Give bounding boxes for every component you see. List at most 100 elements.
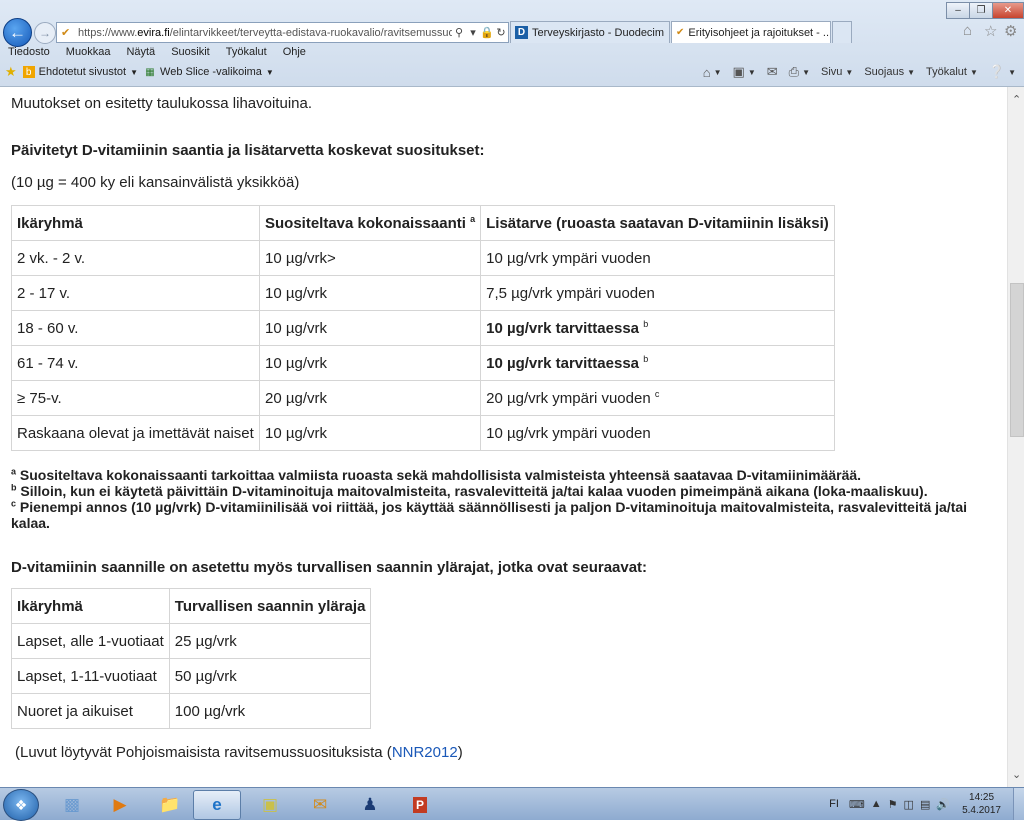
network-icon[interactable]: ▤ bbox=[920, 798, 930, 811]
scroll-down-icon[interactable]: ⌄ bbox=[1012, 768, 1021, 781]
chevron-down-icon: ▼ bbox=[130, 67, 139, 77]
volume-icon[interactable]: 🔊 bbox=[936, 798, 950, 811]
new-tab-button[interactable] bbox=[832, 21, 852, 43]
close-window-button[interactable]: ✕ bbox=[992, 2, 1024, 19]
duodecim-favicon-icon: D bbox=[515, 26, 528, 39]
outlook-icon: ✉ bbox=[312, 795, 328, 814]
column-header-limit: Turvallisen saannin yläraja bbox=[168, 588, 372, 624]
taskbar-outlook-button[interactable]: ✉ bbox=[296, 790, 344, 820]
tab-terveyskirjasto[interactable]: D Terveyskirjasto - Duodecim bbox=[510, 21, 670, 43]
start-button[interactable]: ❖ bbox=[3, 789, 39, 821]
table-row: Lapset, alle 1-vuotiaat 25 µg/vrk bbox=[11, 623, 372, 659]
cell-total: 10 µg/vrk bbox=[258, 310, 482, 346]
restore-button[interactable]: ❐ bbox=[969, 2, 993, 19]
flag-icon[interactable]: ⚑ bbox=[888, 798, 898, 811]
show-desktop-button[interactable] bbox=[1013, 788, 1024, 820]
cell-extra: 10 µg/vrk ympäri vuoden bbox=[480, 415, 835, 451]
minimize-button[interactable]: – bbox=[946, 2, 970, 19]
tools-menu-button[interactable]: Työkalut ▼ bbox=[926, 66, 978, 78]
refresh-icon[interactable]: ↻ bbox=[494, 26, 508, 39]
powerpoint-icon: P bbox=[412, 797, 427, 813]
menu-edit[interactable]: Muokkaa bbox=[58, 44, 119, 60]
table-row: ≥ 75-v. 20 µg/vrk 20 µg/vrk ympäri vuode… bbox=[11, 380, 835, 416]
suggested-sites-button[interactable]: b Ehdotetut sivustot ▼ bbox=[22, 66, 139, 78]
cell-limit: 50 µg/vrk bbox=[168, 658, 372, 694]
unit-note: (10 µg = 400 ky eli kansainvälistä yksik… bbox=[11, 174, 300, 191]
cell-extra: 7,5 µg/vrk ympäri vuoden bbox=[480, 275, 835, 311]
feeds-button[interactable]: ▣ ▼ bbox=[733, 64, 756, 80]
mail-button[interactable]: ✉ bbox=[767, 64, 778, 80]
menu-favorites[interactable]: Suosikit bbox=[163, 44, 218, 60]
arrow-left-icon: ← bbox=[9, 22, 26, 42]
clock[interactable]: 14:25 5.4.2017 bbox=[962, 791, 1001, 817]
page-menu-button[interactable]: Sivu ▼ bbox=[821, 66, 853, 78]
favorites-star-icon[interactable]: ☆ bbox=[984, 22, 997, 40]
table-row: 2 vk. - 2 v. 10 µg/vrk> 10 µg/vrk ympäri… bbox=[11, 240, 835, 276]
forward-button[interactable]: → bbox=[34, 22, 56, 44]
internet-explorer-icon: e bbox=[212, 795, 222, 814]
language-indicator[interactable]: FI bbox=[829, 798, 839, 810]
scrollbar-thumb[interactable] bbox=[1010, 283, 1024, 437]
address-bar[interactable]: ✔ https://www.evira.fi/elintarvikkeet/te… bbox=[56, 22, 509, 43]
menu-view[interactable]: Näytä bbox=[118, 44, 163, 60]
home-icon[interactable]: ⌂ bbox=[963, 22, 972, 39]
taskbar-internet-explorer-button[interactable]: e bbox=[193, 790, 241, 820]
evira-favicon-icon: ✔ bbox=[676, 27, 685, 38]
column-header-age: Ikäryhmä bbox=[11, 205, 260, 241]
menu-help[interactable]: Ohje bbox=[275, 44, 314, 60]
column-header-total: Suositeltava kokonaissaanti a bbox=[258, 205, 482, 241]
web-slice-gallery-button[interactable]: ▦ Web Slice -valikoima ▼ bbox=[144, 66, 274, 78]
safety-menu-button[interactable]: Suojaus ▼ bbox=[864, 66, 915, 78]
print-button[interactable]: ⎙ ▼ bbox=[789, 64, 810, 80]
taskbar-powerpoint-button[interactable]: P bbox=[396, 790, 444, 820]
clock-date: 5.4.2017 bbox=[962, 805, 1001, 816]
cell-age: Lapset, 1-11-vuotiaat bbox=[11, 658, 170, 694]
vertical-scrollbar[interactable]: ⌃ ⌄ bbox=[1007, 87, 1024, 787]
back-button[interactable]: ← bbox=[3, 18, 32, 47]
upper-limits-heading: D-vitamiinin saannille on asetettu myös … bbox=[11, 559, 648, 576]
table-row: Nuoret ja aikuiset 100 µg/vrk bbox=[11, 693, 372, 729]
taskbar-sticky-notes-button[interactable]: ▣ bbox=[246, 790, 294, 820]
site-favicon-icon: ✔ bbox=[61, 26, 71, 39]
cell-total: 10 µg/vrk bbox=[258, 275, 482, 311]
folder-icon: 📁 bbox=[159, 795, 181, 814]
rss-icon: ▣ bbox=[732, 64, 745, 79]
taskbar-media-player-button[interactable]: ▶ bbox=[96, 790, 144, 820]
cell-age: Raskaana olevat ja imettävät naiset bbox=[11, 415, 260, 451]
url-text[interactable]: https://www.evira.fi/elintarvikkeet/terv… bbox=[78, 27, 452, 39]
help-button[interactable]: ❔ ▼ bbox=[989, 64, 1016, 80]
libraries-icon: ▩ bbox=[63, 795, 81, 814]
changes-note: Muutokset on esitetty taulukossa lihavoi… bbox=[11, 95, 313, 112]
cell-age: 18 - 60 v. bbox=[11, 310, 260, 346]
scroll-up-icon[interactable]: ⌃ bbox=[1012, 93, 1021, 106]
cell-age: ≥ 75-v. bbox=[11, 380, 260, 416]
taskbar-explorer-button[interactable]: ▩ bbox=[48, 790, 96, 820]
cell-total: 10 µg/vrk bbox=[258, 345, 482, 381]
browser-chrome: ← → ✔ https://www.evira.fi/elintarvikkee… bbox=[0, 0, 1024, 87]
cell-limit: 100 µg/vrk bbox=[168, 693, 372, 729]
dropdown-arrow-icon[interactable]: ▾ bbox=[466, 26, 480, 39]
favorites-star-icon[interactable]: ★ bbox=[5, 64, 17, 80]
search-icon[interactable]: ⚲ bbox=[452, 26, 466, 39]
cell-age: 2 - 17 v. bbox=[11, 275, 260, 311]
home-button[interactable]: ⌂ ▼ bbox=[703, 65, 722, 80]
footnote-c: c Pienempi annos (10 µg/vrk) D-vitamiini… bbox=[11, 498, 968, 531]
cell-extra: 20 µg/vrk ympäri vuoden c bbox=[480, 380, 835, 416]
vitamin-d-intake-table: Ikäryhmä Suositeltava kokonaissaanti a L… bbox=[11, 205, 835, 451]
media-player-icon: ▶ bbox=[113, 795, 127, 814]
show-hidden-icons-icon[interactable]: ▲ bbox=[871, 798, 882, 810]
column-header-extra: Lisätarve (ruoasta saatavan D-vitamiinin… bbox=[480, 205, 835, 241]
keyboard-icon[interactable]: ⌨ bbox=[849, 798, 865, 811]
menu-file[interactable]: Tiedosto bbox=[0, 44, 58, 60]
windows-logo-icon: ❖ bbox=[14, 796, 28, 813]
tab-erityisohjeet[interactable]: ✔ Erityisohjeet ja rajoitukset - ... ✕ bbox=[671, 21, 831, 43]
column-header-age: Ikäryhmä bbox=[11, 588, 170, 624]
power-icon[interactable]: ◫ bbox=[904, 798, 914, 811]
menu-tools[interactable]: Työkalut bbox=[218, 44, 275, 60]
taskbar-folder-button[interactable]: 📁 bbox=[146, 790, 194, 820]
lock-icon[interactable]: 🔒 bbox=[480, 26, 494, 39]
nnr2012-link[interactable]: NNR2012 bbox=[392, 744, 458, 761]
taskbar-user-app-button[interactable]: ♟ bbox=[346, 790, 394, 820]
gear-icon[interactable]: ⚙ bbox=[1004, 22, 1017, 40]
web-slice-icon: ▦ bbox=[145, 66, 155, 78]
